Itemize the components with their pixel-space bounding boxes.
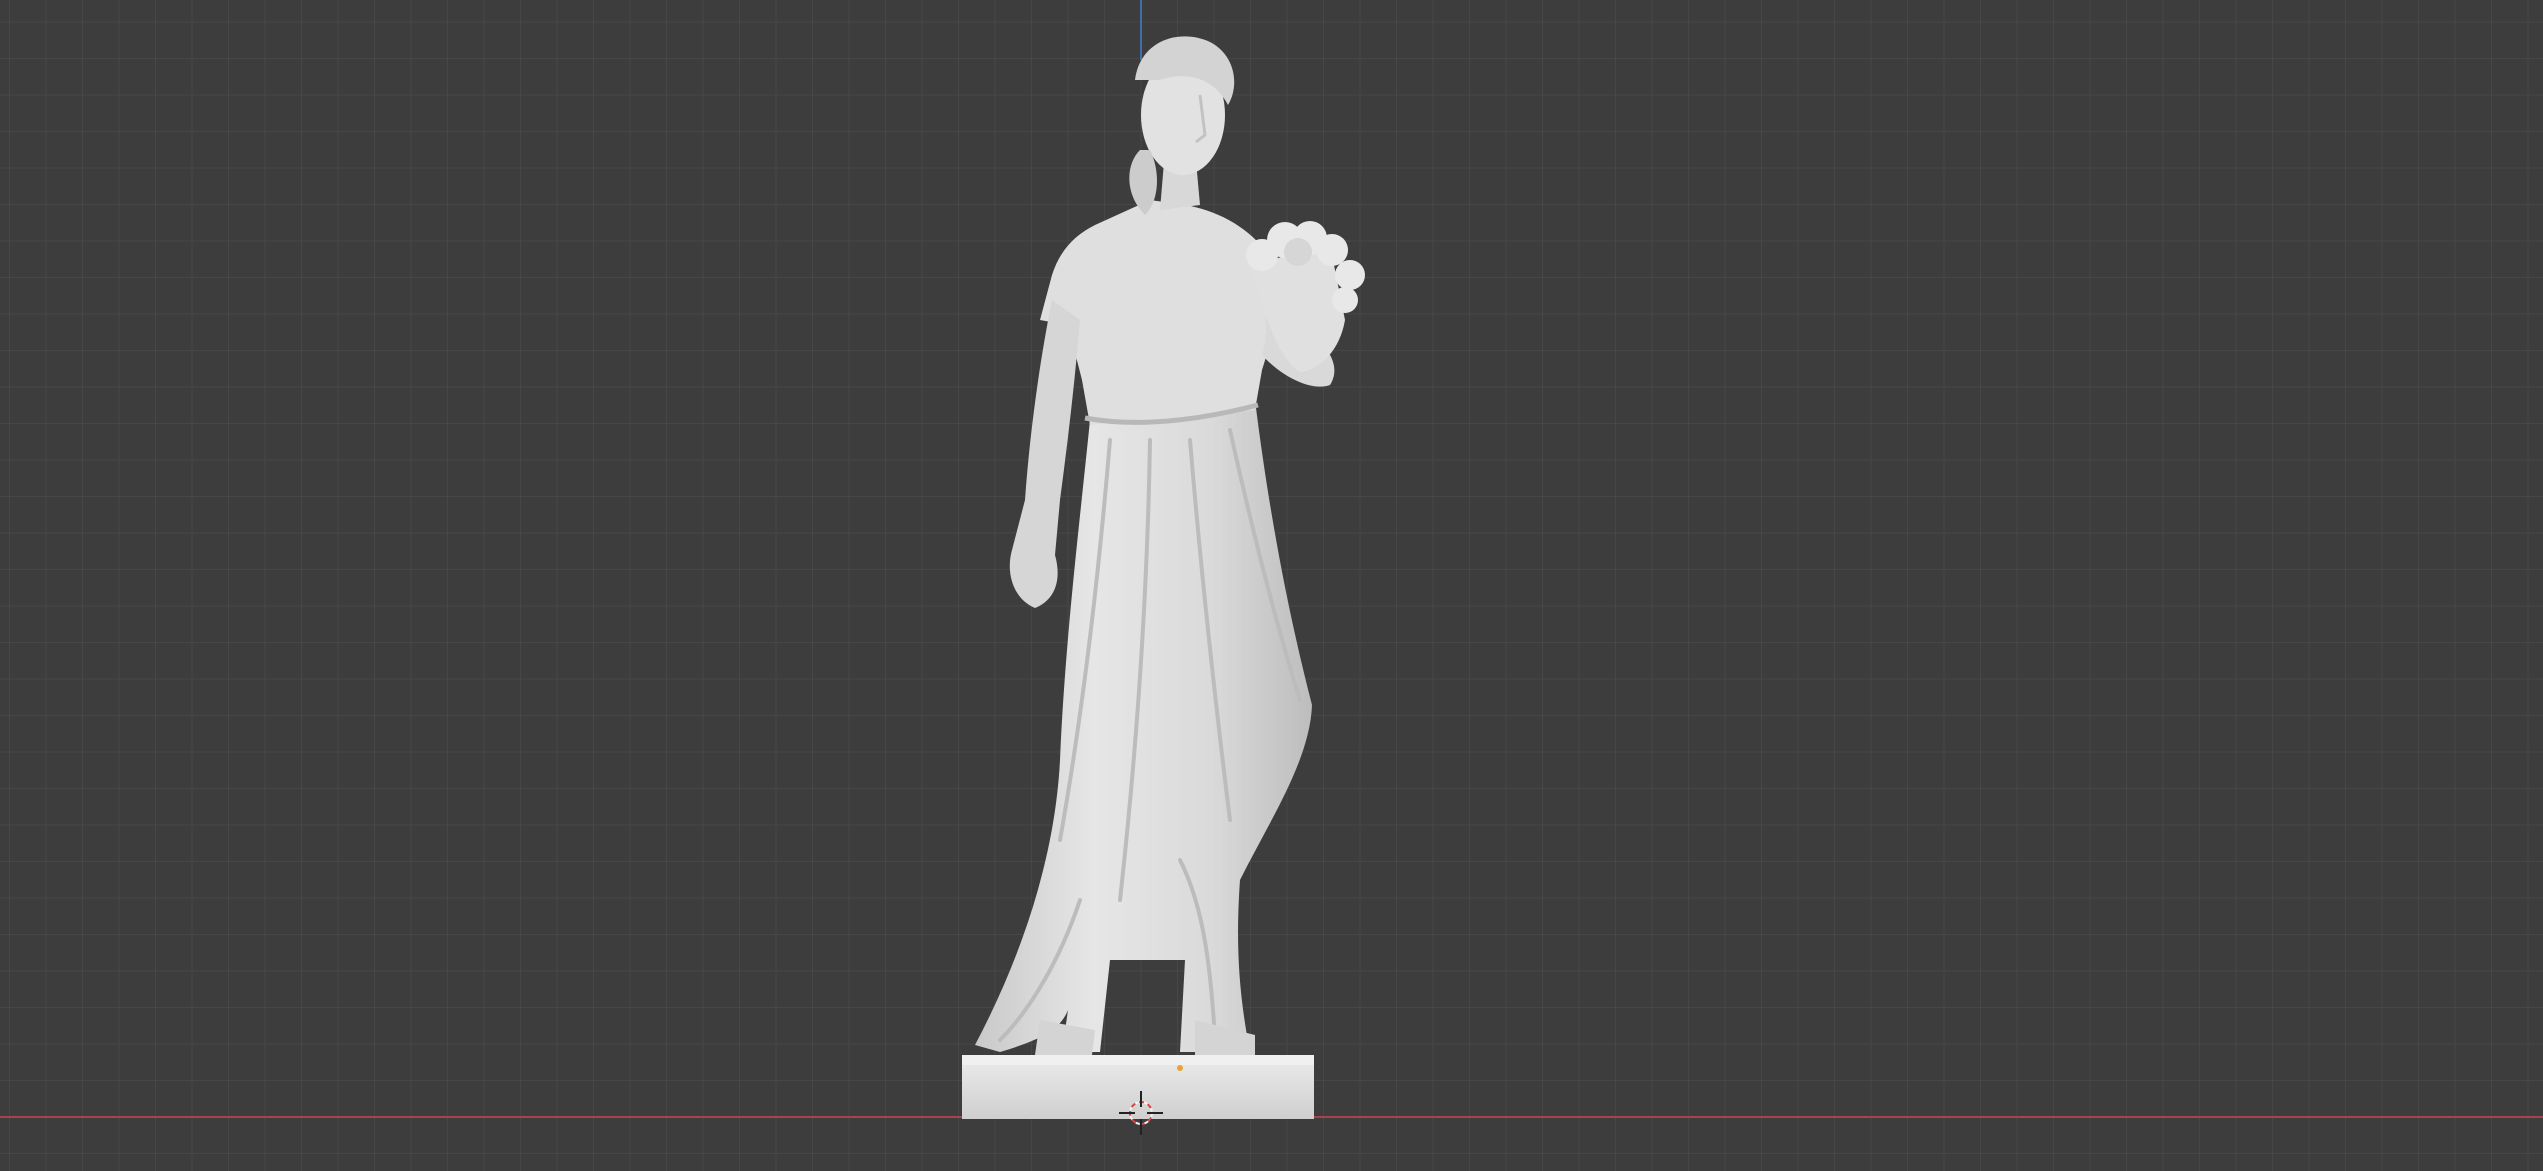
statue-left-arm xyxy=(1009,300,1080,608)
object-origin-marker xyxy=(1177,1065,1183,1071)
statue-torso xyxy=(1040,200,1275,425)
statue-mesh[interactable] xyxy=(962,36,1365,1119)
3d-viewport[interactable] xyxy=(0,0,2543,1171)
statue-base-top xyxy=(962,1055,1314,1065)
